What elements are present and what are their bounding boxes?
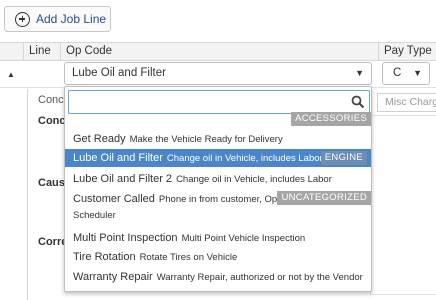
cause-label: Caus bbox=[38, 177, 65, 189]
chevron-down-icon: ▼ bbox=[355, 68, 364, 78]
concern-label: Conc bbox=[38, 115, 66, 127]
search-input[interactable] bbox=[68, 90, 370, 114]
list-item[interactable]: Warranty Repair Warranty Repair, authoriz… bbox=[65, 268, 371, 286]
misc-charge-input[interactable]: Misc Charg bbox=[377, 93, 436, 112]
search-icon bbox=[351, 95, 365, 109]
list-item-selected[interactable]: Lube Oil and Filter Change oil in Vehicle… bbox=[65, 149, 371, 167]
item-desc: Rotate Tires on Vehicle bbox=[139, 252, 238, 263]
header-pay-type: Pay Type bbox=[378, 43, 436, 60]
item-desc: Warranty Repair, authorized or not by th… bbox=[156, 272, 363, 283]
item-name: Customer Called bbox=[73, 193, 155, 205]
item-name: Multi Point Inspection bbox=[73, 232, 178, 244]
op-code-select[interactable]: Lube Oil and Filter ▼ bbox=[64, 62, 372, 85]
plus-circle-icon bbox=[15, 11, 30, 27]
item-name: Warranty Repair bbox=[73, 271, 153, 283]
item-name: Tire Rotation bbox=[73, 251, 136, 263]
list-item[interactable]: Tire Rotation Rotate Tires on Vehicle bbox=[65, 248, 371, 266]
detail-side-box bbox=[370, 115, 436, 295]
item-desc-continued: Scheduler bbox=[73, 210, 116, 221]
add-job-line-button[interactable]: Add Job Line bbox=[4, 6, 111, 32]
item-desc: Change oil in Vehicle, includes Labor bbox=[166, 153, 323, 164]
group-header-engine: ENGINE bbox=[320, 151, 367, 165]
op-code-dropdown: ACCESSORIES Get Ready Make the Vehicle Re… bbox=[64, 86, 372, 292]
item-desc: Multi Point Vehicle Inspection bbox=[181, 233, 306, 244]
list-item[interactable]: Multi Point Inspection Multi Point Vehicl… bbox=[65, 229, 371, 247]
table-header: Line Op Code Pay Type bbox=[0, 42, 436, 61]
list-item[interactable]: Get Ready Make the Vehicle Ready for Deli… bbox=[65, 130, 371, 148]
item-desc: Change oil in Vehicle, includes Labor bbox=[176, 174, 332, 185]
op-code-value: Lube Oil and Filter bbox=[72, 67, 166, 79]
item-name: Lube Oil and Filter bbox=[73, 152, 163, 164]
header-line: Line bbox=[23, 43, 60, 60]
group-header-accessories: ACCESSORIES bbox=[291, 112, 371, 126]
pay-type-select[interactable]: C ▼ bbox=[382, 62, 430, 85]
item-desc: Make the Vehicle Ready for Delivery bbox=[129, 134, 283, 145]
list-item[interactable]: Lube Oil and Filter 2 Change oil in Vehic… bbox=[65, 170, 371, 188]
chevron-down-icon: ▼ bbox=[413, 68, 422, 78]
correction-label: Corre bbox=[38, 236, 68, 248]
toolbar: Add Job Line bbox=[0, 0, 436, 42]
item-name: Get Ready bbox=[73, 133, 126, 145]
group-header-uncategorized: UNCATEGORIZED bbox=[277, 191, 371, 205]
add-job-line-label: Add Job Line bbox=[36, 12, 107, 26]
pay-type-value: C bbox=[393, 67, 402, 79]
header-op-code: Op Code bbox=[60, 43, 378, 60]
caret-icon[interactable]: ▲ bbox=[7, 70, 15, 79]
item-name: Lube Oil and Filter 2 bbox=[73, 173, 173, 185]
